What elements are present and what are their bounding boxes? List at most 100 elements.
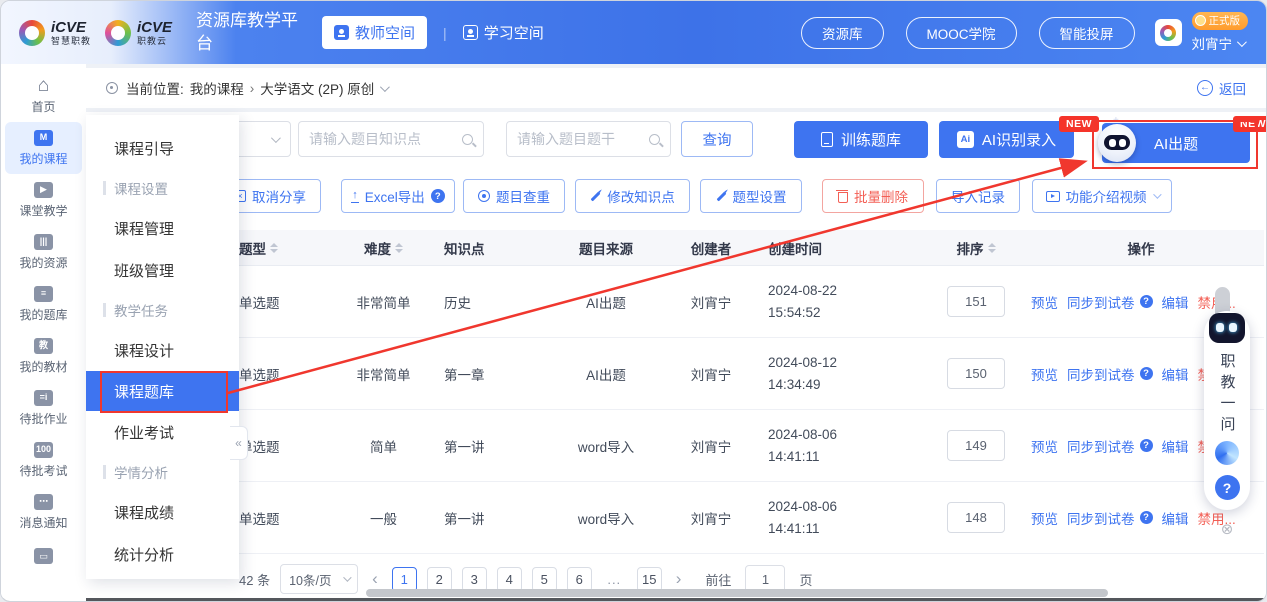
link-mooc-college[interactable]: MOOC学院 xyxy=(906,17,1017,49)
menu-item-course-grades[interactable]: 课程成绩 xyxy=(86,491,239,533)
sync-link[interactable]: 同步到试卷 xyxy=(1067,364,1135,384)
column-type[interactable]: 题型 xyxy=(239,238,331,258)
assistant-panel[interactable]: 职教一问 ? xyxy=(1204,311,1250,510)
feature-video-button[interactable]: 功能介绍视频 xyxy=(1032,179,1172,213)
cell-source: word导入 xyxy=(546,436,666,456)
menu-item-class-management[interactable]: 班级管理 xyxy=(86,249,239,291)
sidebar-item-pending-exams[interactable]: 100 待批考试 xyxy=(1,434,86,486)
back-button[interactable]: ← 返回 xyxy=(1197,78,1246,98)
chevron-down-icon[interactable] xyxy=(380,82,390,92)
sidebar-item-notifications[interactable]: ⋯ 消息通知 xyxy=(1,486,86,538)
avatar[interactable] xyxy=(1155,19,1182,46)
menu-item-statistics[interactable]: 统计分析 xyxy=(86,533,239,575)
page-1[interactable]: 1 xyxy=(392,567,417,592)
books-icon: ||| xyxy=(34,234,53,250)
prev-page-button[interactable]: ‹ xyxy=(368,569,382,589)
assistant-help-button[interactable]: ? xyxy=(1215,475,1240,500)
preview-link[interactable]: 预览 xyxy=(1031,436,1058,456)
menu-item-course-question-bank[interactable]: 课程题库 xyxy=(86,371,239,411)
pages-ellipsis[interactable]: ... xyxy=(602,567,627,592)
batch-delete-button[interactable]: 批量删除 xyxy=(822,179,924,213)
duplicate-check-button[interactable]: 题目查重 xyxy=(463,179,565,213)
question-type-setting-button[interactable]: 题型设置 xyxy=(700,179,802,213)
preview-link[interactable]: 预览 xyxy=(1031,508,1058,528)
link-smart-casting[interactable]: 智能投屏 xyxy=(1039,17,1135,49)
sort-icon[interactable] xyxy=(395,243,403,253)
preview-link[interactable]: 预览 xyxy=(1031,292,1058,312)
sort-icon[interactable] xyxy=(988,243,996,253)
edit-link[interactable]: 编辑 xyxy=(1162,436,1189,456)
stem-search-input[interactable] xyxy=(517,131,641,147)
search-icon[interactable] xyxy=(649,134,660,145)
help-icon[interactable]: ? xyxy=(1140,511,1153,524)
nav-learning-space[interactable]: 学习空间 xyxy=(463,22,544,43)
help-icon[interactable]: ? xyxy=(1140,367,1153,380)
breadcrumb-separator: › xyxy=(250,81,255,96)
sidebar-item-my-textbooks[interactable]: 教 我的教材 xyxy=(1,330,86,382)
help-icon[interactable]: ? xyxy=(431,189,445,203)
order-input[interactable] xyxy=(947,286,1005,317)
sidebar-item-partial[interactable]: ▭ xyxy=(1,538,86,578)
menu-item-course-guide[interactable]: 课程引导 xyxy=(86,127,239,169)
next-page-button[interactable]: › xyxy=(672,569,686,589)
import-record-button[interactable]: 导入记录 xyxy=(936,179,1020,213)
table-header: 题型 难度 知识点 题目来源 创建者 创建时间 排序 操作 xyxy=(86,230,1264,266)
edit-link[interactable]: 编辑 xyxy=(1162,508,1189,528)
nav-divider: | xyxy=(443,25,447,41)
textbook-icon: 教 xyxy=(34,338,53,354)
edit-link[interactable]: 编辑 xyxy=(1162,292,1189,312)
order-input[interactable] xyxy=(947,430,1005,461)
menu-item-course-design[interactable]: 课程设计 xyxy=(86,329,239,371)
link-resource-library[interactable]: 资源库 xyxy=(801,17,884,49)
search-button[interactable]: 查询 xyxy=(681,121,753,157)
menu-item-homework-exams[interactable]: 作业考试 xyxy=(86,411,239,453)
sidebar-item-classroom-teaching[interactable]: ▶ 课堂教学 xyxy=(1,174,86,226)
order-input[interactable] xyxy=(947,358,1005,389)
training-bank-button[interactable]: 训练题库 xyxy=(794,121,928,158)
column-difficulty[interactable]: 难度 xyxy=(331,238,436,258)
page-5[interactable]: 5 xyxy=(532,567,557,592)
page-2[interactable]: 2 xyxy=(427,567,452,592)
ai-recognize-button[interactable]: Ai AI识别录入 xyxy=(939,121,1074,158)
breadcrumb-label: 当前位置: xyxy=(126,78,184,98)
help-icon[interactable]: ? xyxy=(1140,439,1153,452)
sidebar-item-home[interactable]: ⌂ 首页 xyxy=(1,70,86,122)
modify-knowledge-button[interactable]: 修改知识点 xyxy=(575,179,690,213)
video-play-icon: ▶ xyxy=(34,182,53,198)
sidebar-item-pending-homework[interactable]: =i 待批作业 xyxy=(1,382,86,434)
sync-link[interactable]: 同步到试卷 xyxy=(1067,508,1135,528)
sidebar-item-my-resources[interactable]: ||| 我的资源 xyxy=(1,226,86,278)
logo-brand-2: iCVE xyxy=(137,20,172,35)
eye-icon xyxy=(478,190,490,202)
page-3[interactable]: 3 xyxy=(462,567,487,592)
menu-collapse-handle[interactable]: « xyxy=(230,426,248,460)
menu-item-course-management[interactable]: 课程管理 xyxy=(86,207,239,249)
sidebar-item-my-question-bank[interactable]: ≡ 我的题库 xyxy=(1,278,86,330)
sync-link[interactable]: 同步到试卷 xyxy=(1067,292,1135,312)
preview-link[interactable]: 预览 xyxy=(1031,364,1058,384)
nav-teacher-space[interactable]: 教师空间 xyxy=(322,16,427,49)
breadcrumb-parent[interactable]: 我的课程 xyxy=(190,78,244,98)
edit-link[interactable]: 编辑 xyxy=(1162,364,1189,384)
column-creator: 创建者 xyxy=(666,238,756,258)
search-icon[interactable] xyxy=(462,134,473,145)
sort-icon[interactable] xyxy=(270,243,278,253)
help-icon[interactable]: ? xyxy=(1140,295,1153,308)
pencil-icon xyxy=(716,191,726,201)
assistant-close-icon[interactable]: ⊗ xyxy=(1204,520,1250,538)
cell-source: word导入 xyxy=(546,508,666,528)
excel-export-button[interactable]: ↑ Excel导出 ? xyxy=(341,179,455,213)
user-menu[interactable]: 刘宵宁 xyxy=(1192,33,1245,53)
order-input[interactable] xyxy=(947,502,1005,533)
column-order[interactable]: 排序 xyxy=(936,238,1016,258)
sync-link[interactable]: 同步到试卷 xyxy=(1067,436,1135,456)
ai-generate-button[interactable]: AI出题 xyxy=(1102,123,1250,163)
breadcrumb-current[interactable]: 大学语文 (2P) 原创 xyxy=(260,78,374,98)
horizontal-scrollbar-thumb[interactable] xyxy=(366,589,1108,597)
sidebar-item-my-courses[interactable]: M 我的课程 xyxy=(5,122,82,174)
page-4[interactable]: 4 xyxy=(497,567,522,592)
knowledge-search-input[interactable] xyxy=(309,131,454,147)
page-6[interactable]: 6 xyxy=(567,567,592,592)
page-size-select[interactable]: 10条/页 xyxy=(280,564,358,594)
page-15[interactable]: 15 xyxy=(637,567,662,592)
